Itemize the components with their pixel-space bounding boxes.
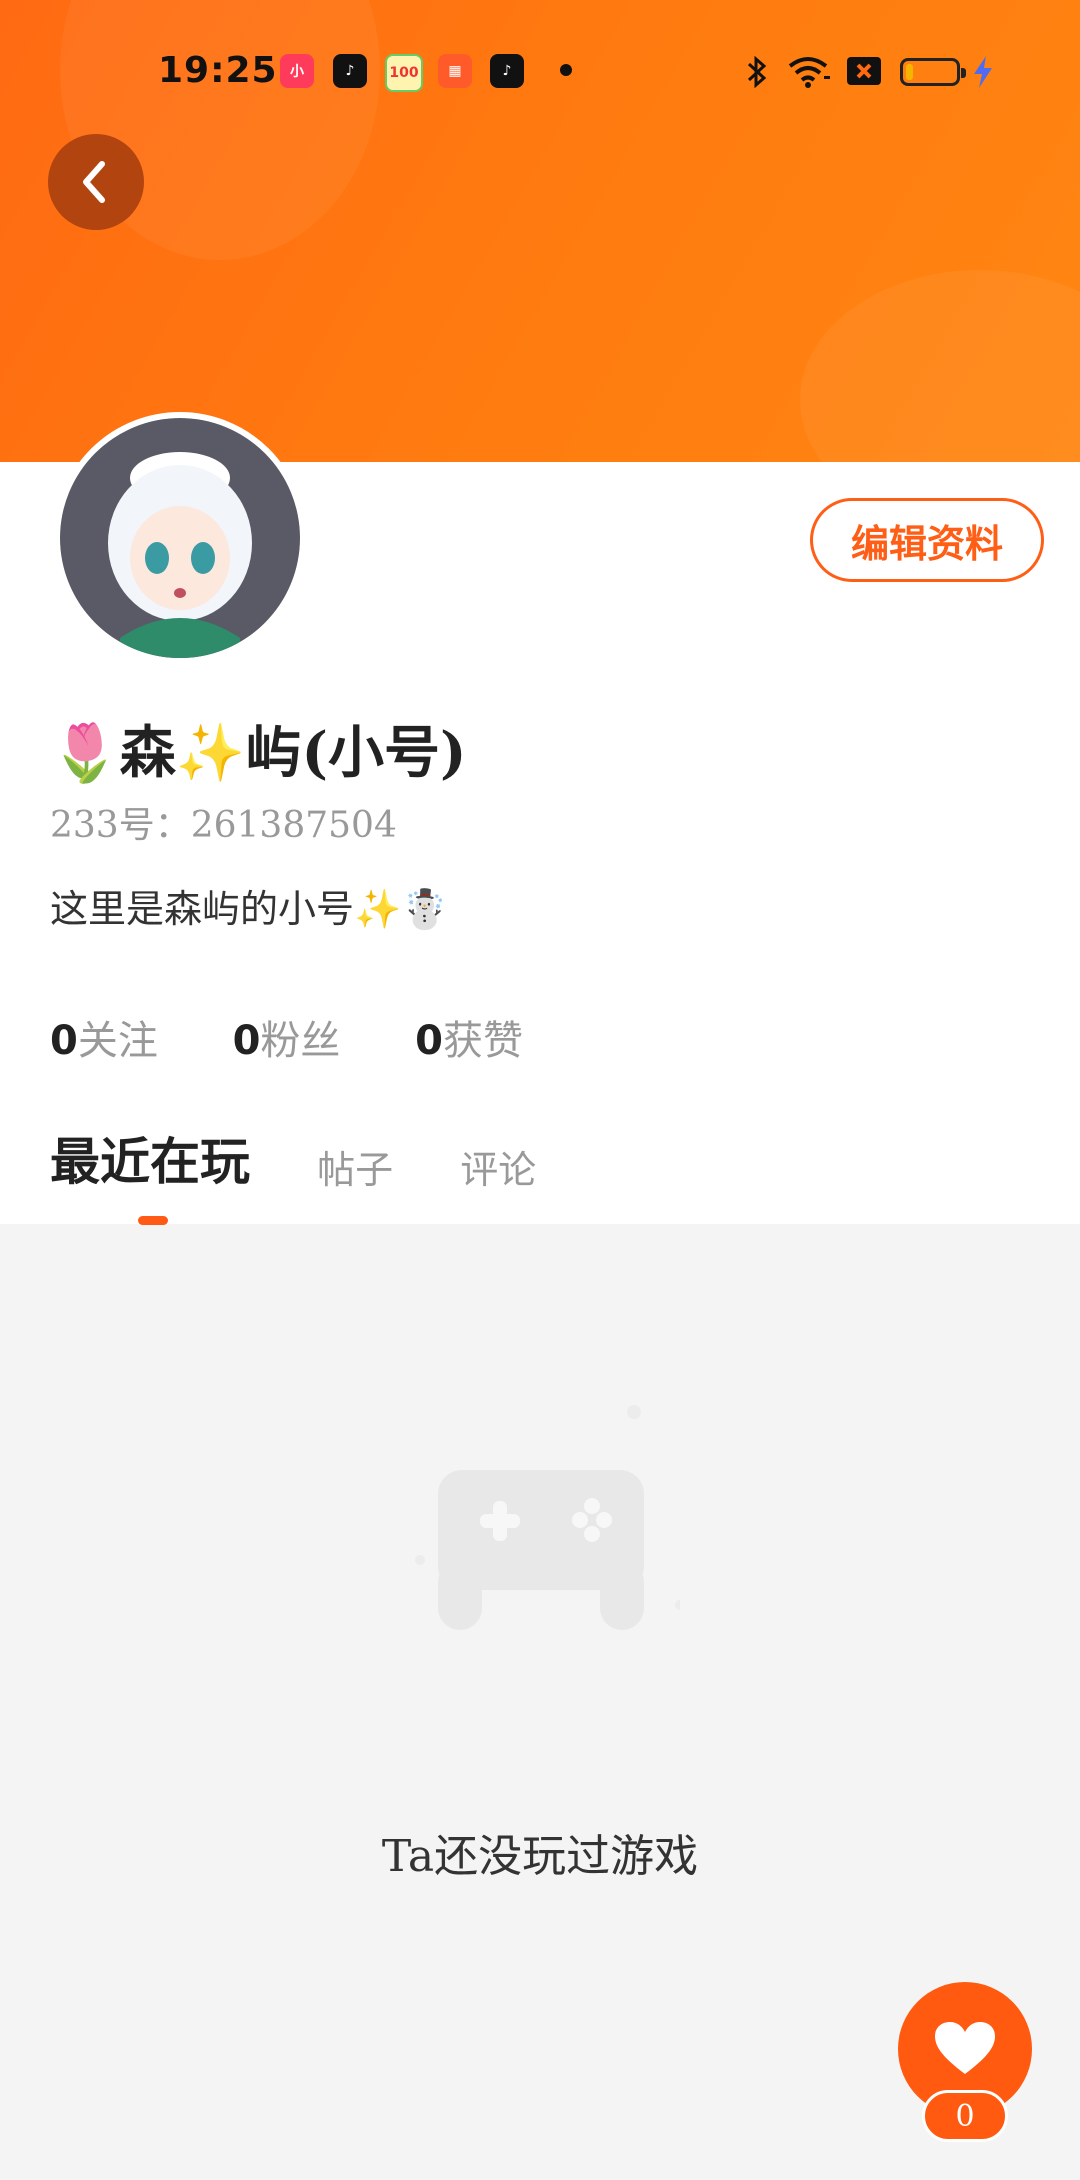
stat-label: 获赞 bbox=[442, 1018, 523, 1064]
stat-label: 粉丝 bbox=[260, 1018, 341, 1064]
stat-followers[interactable]: 0粉丝 bbox=[233, 1008, 341, 1066]
banner-decoration bbox=[800, 270, 1080, 462]
tab-posts[interactable]: 帖子 bbox=[317, 1139, 393, 1194]
tiktok-icon: ♪ bbox=[333, 54, 367, 88]
edit-profile-button[interactable]: 编辑资料 bbox=[810, 498, 1044, 582]
stat-value: 0 bbox=[415, 1018, 443, 1064]
tiktok-icon: ♪ bbox=[490, 54, 524, 88]
wifi-icon bbox=[788, 57, 830, 88]
back-button[interactable] bbox=[48, 134, 144, 230]
profile-tabs: 最近在玩 帖子 评论 bbox=[50, 1122, 598, 1194]
stat-likes[interactable]: 0获赞 bbox=[415, 1008, 523, 1066]
bio: 这里是森屿的小号✨☃️ bbox=[50, 887, 449, 931]
stat-value: 0 bbox=[50, 1018, 78, 1064]
stat-following[interactable]: 0关注 bbox=[50, 1008, 158, 1066]
heart-icon bbox=[935, 2022, 995, 2074]
active-tab-indicator bbox=[138, 1216, 168, 1225]
chevron-left-icon bbox=[83, 161, 105, 203]
status-time: 19:25 bbox=[158, 50, 278, 91]
status-bar: 19:25 小 ♪ 100 ▦ ♪ bbox=[0, 40, 1080, 104]
avatar[interactable] bbox=[54, 412, 306, 664]
nickname: 🌷森✨屿(小号) bbox=[50, 720, 467, 786]
gamepad-icon bbox=[415, 1405, 680, 1630]
charging-icon bbox=[974, 56, 992, 88]
stats-row: 0关注 0粉丝 0获赞 bbox=[50, 1008, 585, 1066]
bluetooth-icon bbox=[747, 55, 767, 89]
battery-icon bbox=[900, 58, 966, 86]
score-100-icon: 100 bbox=[385, 54, 423, 92]
more-notifications-dot bbox=[560, 64, 572, 76]
sim-no-signal-icon bbox=[847, 57, 881, 85]
user-id: 233号：261387504 bbox=[50, 805, 397, 846]
tab-recently-played[interactable]: 最近在玩 bbox=[50, 1122, 250, 1194]
empty-state-message: Ta还没玩过游戏 bbox=[381, 1831, 699, 1882]
battery-level bbox=[906, 64, 913, 80]
stat-value: 0 bbox=[232, 1018, 261, 1064]
profile-card: 编辑资料 🌷森✨屿(小号) 233号：261387504 这里是森屿的小号✨☃️… bbox=[0, 412, 1080, 1225]
xiaohongshu-icon: 小 bbox=[280, 54, 314, 88]
like-count-badge: 0 bbox=[922, 2090, 1008, 2142]
app-grid-icon: ▦ bbox=[438, 54, 472, 88]
stat-label: 关注 bbox=[77, 1018, 158, 1064]
tab-comments[interactable]: 评论 bbox=[460, 1139, 536, 1194]
